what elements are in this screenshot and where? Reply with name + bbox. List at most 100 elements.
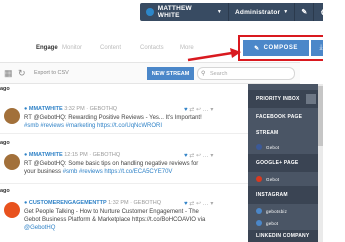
reply-icon[interactable]: ↩ [196, 107, 201, 113]
post-body-2: Gebot Business Platform & Marketplace ht… [24, 217, 206, 223]
refresh-icon[interactable]: ↻ [18, 68, 30, 80]
sidebar-item-gebot-google[interactable]: Gebot [248, 174, 320, 184]
post-body-2: your business [24, 169, 62, 175]
post-text: RT @GebotHQ: Some basic tips on handling… [24, 160, 220, 176]
chevron-down-icon[interactable]: ▾ [210, 201, 213, 207]
chevron-down-icon[interactable]: ▾ [210, 107, 213, 113]
handle-text: MMATWHITE [28, 106, 63, 112]
heart-icon[interactable]: ♥ [184, 107, 188, 113]
twitter-icon: ● [24, 152, 28, 158]
post-link[interactable]: @GebotHQ [24, 225, 55, 231]
post-link[interactable]: #smb #reviews #marketing https://t.co/Uq… [24, 123, 162, 129]
sidebar-label: PRIORITY INBOX [256, 96, 300, 102]
layout-icon[interactable]: ▦ [4, 68, 16, 80]
google-plus-icon [256, 176, 262, 182]
sidebar-label: STREAM [256, 130, 279, 136]
sidebar-label: Gebot [266, 176, 280, 182]
sidebar-item-stream[interactable]: STREAM [248, 124, 320, 142]
post-text: RT @GebotHQ: Rewarding Positive Reviews … [24, 114, 220, 130]
tools-icon: ✎ [301, 9, 308, 16]
stream-sidebar: PRIORITY INBOX FACEBOOK PAGE STREAM Gebo… [248, 84, 320, 242]
export-csv-link[interactable]: Export to CSV [34, 70, 69, 76]
facebook-icon [256, 144, 262, 150]
nav-monitor[interactable]: Monitor [62, 45, 82, 51]
more-icon[interactable]: … [203, 201, 209, 207]
page-gutter [323, 0, 345, 242]
sidebar-item-gebot-instagram[interactable]: gebot [248, 218, 320, 228]
sidebar-label: gebotsbiz [266, 208, 288, 214]
top-bar: MATTHEW WHITE ▼ Administrator ▼ ✎ ⚙ ▼ [0, 0, 345, 34]
more-icon[interactable]: … [203, 153, 209, 159]
tools-menu[interactable]: ✎ [295, 3, 315, 21]
retweet-icon[interactable]: ⇄ [189, 201, 194, 207]
reply-icon[interactable]: ↩ [196, 153, 201, 159]
chevron-down-icon[interactable]: ▾ [210, 153, 213, 159]
heart-icon[interactable]: ♥ [184, 153, 188, 159]
search-input[interactable]: ⚲ Search [197, 67, 295, 80]
sidebar-item-linkedin[interactable]: LINKEDIN COMPANY [248, 230, 320, 242]
post-body: Get People Talking - How to Nurture Cust… [24, 209, 199, 215]
handle-text: CUSTOMERENGAGEMENTTP [28, 200, 107, 206]
sidebar-label: FACEBOOK PAGE [256, 114, 303, 120]
pencil-icon: ✎ [254, 45, 260, 52]
more-icon[interactable]: … [203, 107, 209, 113]
post-body: RT @GebotHQ: Some basic tips on handling… [24, 161, 199, 167]
compose-button[interactable]: ✎ COMPOSE [243, 40, 309, 56]
role-label: Administrator [235, 8, 281, 16]
role-menu[interactable]: Administrator ▼ [229, 3, 296, 21]
user-bar: MATTHEW WHITE ▼ Administrator ▼ ✎ ⚙ ▼ [140, 3, 342, 21]
user-name: MATTHEW WHITE [157, 5, 192, 19]
stream-toolbar: ▦ ↻ Export to CSV NEW STREAM ⚲ Search [0, 62, 300, 84]
sidebar-label: Gebot [266, 144, 280, 150]
post-time: ago [0, 86, 10, 92]
twitter-icon: ● [24, 200, 28, 206]
sidebar-item-instagram[interactable]: INSTAGRAM [248, 186, 320, 204]
post-body: RT @GebotHQ: Rewarding Positive Reviews … [24, 115, 202, 121]
post-handle[interactable]: ● MMATWHITE 12:15 PM · GEBOTHQ [24, 152, 120, 158]
sidebar-label: LINKEDIN COMPANY [256, 233, 310, 239]
user-menu[interactable]: MATTHEW WHITE ▼ [140, 3, 230, 21]
avatar[interactable] [4, 202, 20, 218]
post-meta: 12:15 PM · GEBOTHQ [64, 152, 121, 158]
post-time: ago [0, 140, 10, 146]
retweet-icon[interactable]: ⇄ [189, 153, 194, 159]
sidebar-item-google-page[interactable]: GOOGLE+ PAGE [248, 154, 320, 172]
handle-text: MMATWHITE [28, 152, 63, 158]
post-text: Get People Talking - How to Nurture Cust… [24, 208, 220, 232]
reply-icon[interactable]: ↩ [196, 201, 201, 207]
post-actions: ♥ ⇄ ↩ … ▾ [184, 200, 213, 207]
post-actions: ♥ ⇄ ↩ … ▾ [184, 152, 213, 159]
post-handle[interactable]: ● MMATWHITE 3:32 PM · GEBOTHQ [24, 106, 117, 112]
post-time: ago [0, 188, 10, 194]
search-placeholder: Search [210, 70, 228, 77]
retweet-icon[interactable]: ⇄ [189, 107, 194, 113]
chevron-down-icon: ▼ [216, 9, 223, 15]
avatar[interactable] [4, 108, 20, 124]
post-actions: ♥ ⇄ ↩ … ▾ [184, 106, 213, 113]
post-meta: 1:32 PM · GEBOTHQ [108, 200, 161, 206]
collapse-icon[interactable] [306, 94, 316, 104]
twitter-icon: ● [24, 106, 28, 112]
compose-label: COMPOSE [263, 45, 298, 51]
nav-engage[interactable]: Engage [36, 45, 58, 51]
sidebar-label: INSTAGRAM [256, 192, 288, 198]
post-handle[interactable]: ● CUSTOMERENGAGEMENTTP 1:32 PM · GEBOTHQ [24, 200, 161, 206]
search-icon: ⚲ [201, 71, 206, 77]
sidebar-item-priority-inbox[interactable]: PRIORITY INBOX [248, 90, 320, 108]
post-meta: 3:32 PM · GEBOTHQ [64, 106, 118, 112]
instagram-icon [256, 208, 262, 214]
user-icon [146, 8, 154, 16]
nav-contacts[interactable]: Contacts [140, 45, 164, 51]
sidebar-label: GOOGLE+ PAGE [256, 160, 299, 166]
sidebar-item-gebot-facebook[interactable]: Gebot [248, 142, 320, 152]
avatar[interactable] [4, 154, 20, 170]
new-stream-button[interactable]: NEW STREAM [147, 67, 194, 80]
compose-highlight: ✎ COMPOSE ⤓ [238, 35, 335, 61]
instagram-icon [256, 220, 262, 226]
chevron-down-icon: ▼ [283, 9, 289, 15]
post-link[interactable]: #smb #reviews https://t.co/ECA5CYE70V [63, 169, 173, 175]
sidebar-label: gebot [266, 220, 279, 226]
heart-icon[interactable]: ♥ [184, 201, 188, 207]
nav-content[interactable]: Content [100, 45, 121, 51]
sidebar-item-gebotsbiz[interactable]: gebotsbiz [248, 206, 320, 216]
